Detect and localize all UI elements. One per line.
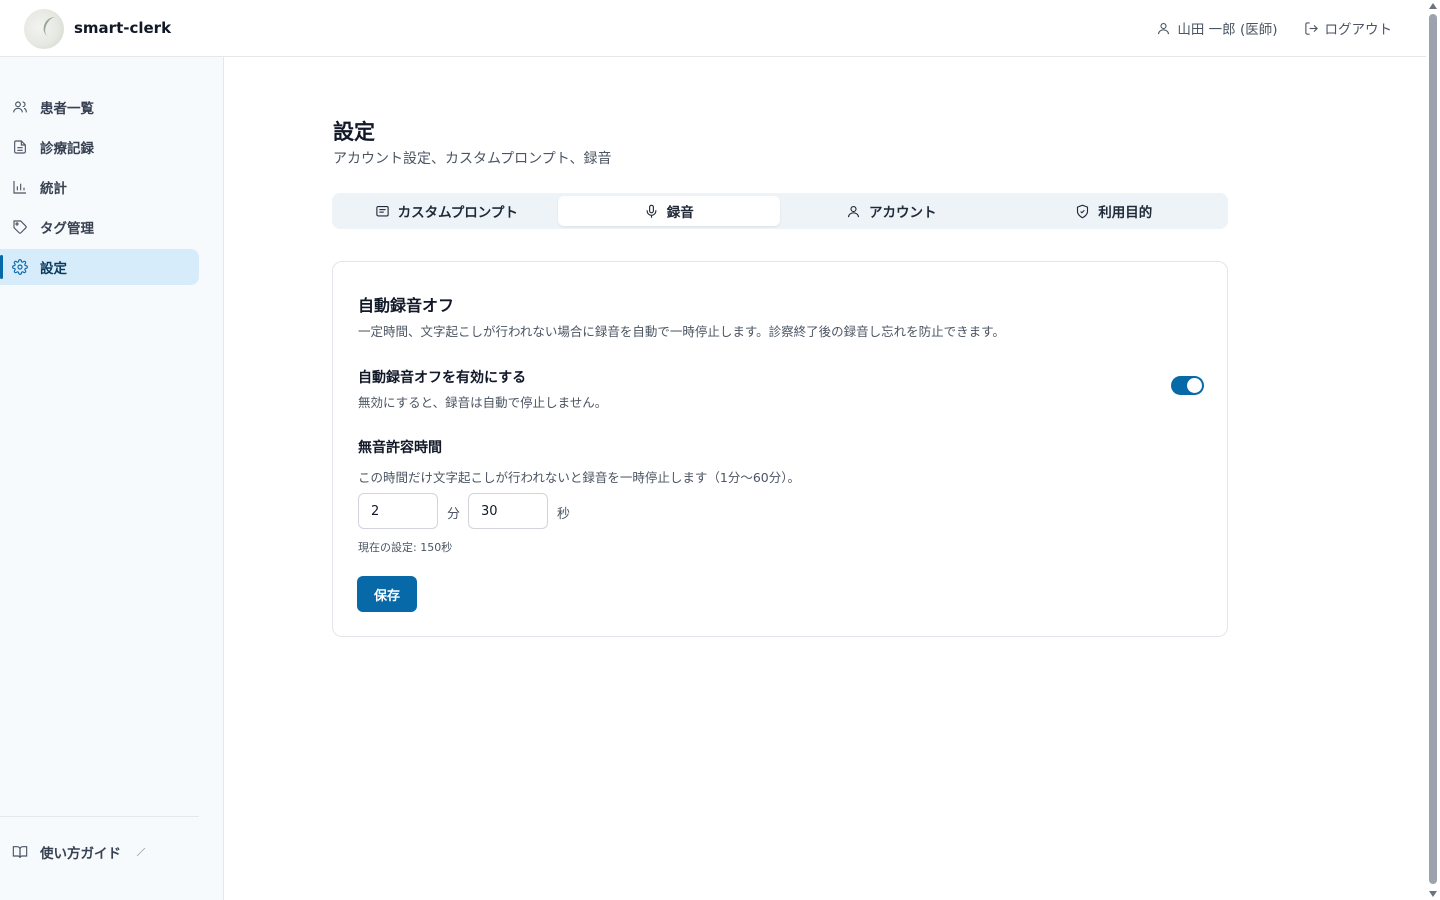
seconds-unit: 秒 (557, 507, 571, 522)
logout-label: ログアウト (1324, 22, 1393, 38)
shield-check-icon (1077, 204, 1089, 218)
tab-custom-prompt[interactable]: カスタムプロンプト (335, 196, 558, 226)
sidebar-item-stats[interactable]: 統計 (0, 169, 199, 205)
page-title: 設定 (333, 120, 375, 144)
card-description: 一定時間、文字起こしが行われない場合に録音を自動で一時停止します。診察終了後の録… (358, 324, 1005, 339)
tab-account[interactable]: アカウント (780, 196, 1003, 226)
message-square-icon (375, 205, 389, 216)
tab-label: カスタムプロンプト (397, 205, 518, 221)
minutes-unit: 分 (447, 507, 461, 522)
sidebar-item-label: 診療記録 (40, 141, 94, 157)
sidebar-nav: 患者一覧 診療記録 統計 タグ管理 設定 (0, 89, 199, 289)
auto-stop-card: 自動録音オフ 一定時間、文字起こしが行われない場合に録音を自動で一時停止します。… (332, 261, 1228, 637)
logout-button[interactable]: ログアウト (1304, 18, 1393, 38)
external-link-icon (136, 847, 146, 857)
current-setting: 現在の設定: 150秒 (358, 541, 453, 554)
tab-label: 録音 (666, 205, 694, 221)
sidebar-item-patients[interactable]: 患者一覧 (0, 89, 199, 125)
sidebar-item-label: タグ管理 (40, 221, 94, 237)
toggle-knob (1187, 378, 1202, 393)
save-button[interactable]: 保存 (357, 576, 417, 612)
tab-recording[interactable]: 録音 (557, 196, 780, 226)
sidebar-item-records[interactable]: 診療記録 (0, 129, 199, 165)
settings-tabs: カスタムプロンプト 録音 アカウント 利用目的 (332, 193, 1228, 229)
user-name: 山田 一郎 (医師) (1177, 22, 1278, 38)
gear-icon (12, 259, 28, 275)
sidebar: 患者一覧 診療記録 統計 タグ管理 設定 使い方ガイド (0, 57, 224, 900)
users-icon (13, 101, 27, 113)
guide-link[interactable]: 使い方ガイド (12, 842, 159, 862)
page-scrollbar[interactable] (1426, 0, 1440, 900)
user-menu[interactable]: 山田 一郎 (医師) (1156, 18, 1278, 38)
sidebar-item-tags[interactable]: タグ管理 (0, 209, 199, 245)
top-header: smart-clerk 山田 一郎 (医師) ログアウト (0, 0, 1426, 57)
scroll-up-arrow[interactable] (1429, 3, 1437, 9)
silence-description: この時間だけ文字起こしが行われないと録音を一時停止します（1分〜60分）。 (358, 470, 800, 485)
app-title: smart-clerk (74, 19, 172, 37)
sidebar-item-label: 統計 (40, 181, 67, 197)
seconds-input[interactable] (468, 493, 548, 529)
silence-label: 無音許容時間 (358, 440, 442, 456)
sidebar-item-settings[interactable]: 設定 (0, 249, 199, 285)
bar-chart-icon (13, 181, 26, 194)
auto-stop-toggle[interactable] (1171, 376, 1204, 395)
toggle-label: 自動録音オフを有効にする (358, 370, 527, 386)
page-subtitle: アカウント設定、カスタムプロンプト、録音 (333, 151, 612, 167)
toggle-description: 無効にすると、録音は自動で停止しません。 (358, 395, 608, 410)
tab-purpose[interactable]: 利用目的 (1003, 196, 1226, 226)
user-area: 山田 一郎 (医師) ログアウト (1156, 18, 1392, 38)
tag-icon (13, 220, 27, 234)
tab-label: 利用目的 (1098, 205, 1153, 221)
mic-icon (646, 204, 657, 218)
file-text-icon (14, 140, 26, 154)
user-icon (1158, 22, 1170, 34)
sidebar-item-label: 患者一覧 (40, 101, 94, 117)
tab-label: アカウント (869, 205, 937, 221)
user-icon (847, 205, 860, 217)
guide-label: 使い方ガイド (40, 846, 121, 862)
sidebar-divider (0, 816, 199, 817)
app-logo[interactable] (24, 9, 64, 49)
sidebar-item-label: 設定 (40, 261, 67, 277)
logout-icon (1304, 21, 1318, 35)
minutes-input[interactable] (358, 493, 438, 529)
scroll-thumb[interactable] (1429, 14, 1437, 884)
scroll-down-arrow[interactable] (1429, 891, 1437, 897)
book-open-icon (12, 846, 28, 859)
card-title: 自動録音オフ (358, 296, 455, 315)
